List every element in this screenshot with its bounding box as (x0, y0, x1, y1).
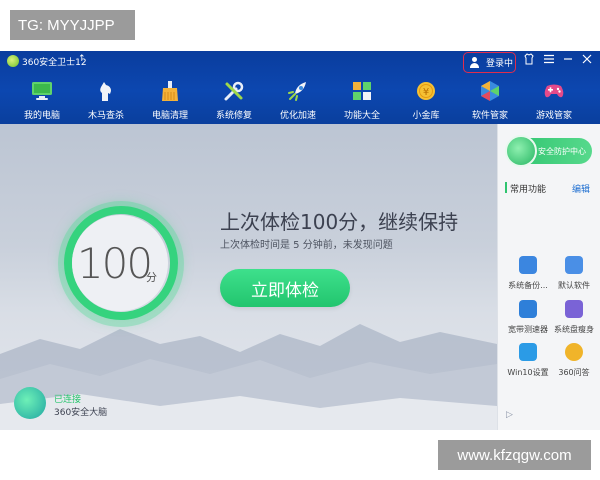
menu-icon[interactable] (542, 53, 556, 68)
nav-label: 木马查杀 (87, 111, 124, 121)
brain-status: 已连接 (54, 395, 82, 405)
software-icon (479, 80, 501, 102)
qa-icon (565, 343, 583, 361)
security-brain-icon[interactable] (14, 387, 46, 419)
expand-sidebar-icon[interactable]: ▷ (506, 410, 513, 420)
disk-slim-icon (565, 300, 583, 318)
section-marker (505, 182, 507, 193)
gamepad-icon (543, 80, 565, 102)
main-nav: 我的电脑 木马查杀 电脑清理 系统修复 优化加速 功能大全 ¥ 小金库 软件管家… (0, 77, 600, 123)
login-label: 登录中 (486, 59, 514, 69)
nav-label: 系统修复 (215, 111, 252, 121)
app-title: 360安全卫士12 (22, 58, 87, 68)
tool-speed-test[interactable]: 宽带测速器 (504, 300, 552, 340)
tool-win10-settings[interactable]: Win10设置 (504, 343, 552, 383)
tool-label: 默认软件 (558, 281, 590, 290)
scan-subline: 上次体检时间是 5 分钟前，未发现问题 (220, 240, 393, 251)
nav-label: 游戏管家 (535, 111, 572, 121)
nav-label: 我的电脑 (23, 111, 60, 121)
grid-icon (351, 80, 373, 102)
rocket-icon (287, 80, 309, 102)
nav-all-features[interactable]: 功能大全 (330, 77, 394, 123)
minimize-icon[interactable] (561, 53, 575, 68)
page: TG: MYYJJPP 360安全卫士12 ↑ 登录中 我的电脑 木马查杀 电脑… (0, 0, 600, 480)
user-icon (469, 57, 480, 68)
main-panel: 100 分 上次体检100分，继续保持 上次体检时间是 5 分钟前，未发现问题 … (0, 124, 497, 430)
tool-default-software[interactable]: 默认软件 (550, 256, 598, 296)
nav-label: 电脑清理 (151, 111, 188, 121)
app-window: 360安全卫士12 ↑ 登录中 我的电脑 木马查杀 电脑清理 系统修复 优化加速… (0, 51, 600, 430)
nav-vault[interactable]: ¥ 小金库 (394, 77, 458, 123)
horse-icon (95, 80, 117, 102)
update-arrow-icon[interactable]: ↑ (78, 54, 86, 64)
titlebar: 360安全卫士12 ↑ 登录中 (0, 51, 600, 73)
nav-system-repair[interactable]: 系统修复 (202, 77, 266, 123)
tool-disk-slim[interactable]: 系统盘瘦身 (550, 300, 598, 340)
tool-360-qa[interactable]: 360问答 (550, 343, 598, 383)
nav-label: 小金库 (412, 111, 440, 121)
start-checkup-button[interactable]: 立即体检 (220, 269, 350, 307)
edit-link[interactable]: 编辑 (572, 182, 590, 195)
tool-label: 宽带测速器 (508, 325, 548, 334)
watermark-bottom-right: www.kfzqgw.com (438, 440, 591, 470)
nav-trojan-scan[interactable]: 木马查杀 (74, 77, 138, 123)
speedtest-icon (519, 300, 537, 318)
scan-headline: 上次体检100分，继续保持 (220, 210, 459, 234)
protection-center-label: 安全防护中心 (538, 147, 586, 156)
nav-cleanup[interactable]: 电脑清理 (138, 77, 202, 123)
shield-icon (505, 135, 537, 167)
nav-label: 软件管家 (471, 111, 508, 121)
app-logo-icon (7, 55, 19, 67)
tool-label: 系统备份... (508, 281, 548, 290)
close-icon[interactable] (580, 53, 594, 68)
svg-text:¥: ¥ (423, 87, 429, 98)
score-unit: 分 (146, 271, 157, 284)
broom-icon (159, 80, 181, 102)
nav-optimize[interactable]: 优化加速 (266, 77, 330, 123)
tool-label: Win10设置 (507, 368, 549, 377)
monitor-icon (31, 80, 53, 102)
nav-software-manager[interactable]: 软件管家 (458, 77, 522, 123)
login-button[interactable]: 登录中 (463, 52, 516, 73)
default-software-icon (565, 256, 583, 274)
score-value: 100 (76, 239, 153, 288)
brain-label[interactable]: 360安全大脑 (54, 405, 107, 418)
backup-icon (519, 256, 537, 274)
nav-my-computer[interactable]: 我的电脑 (10, 77, 74, 123)
protection-center-button[interactable]: 安全防护中心 (505, 135, 592, 167)
skin-icon[interactable] (522, 53, 536, 68)
right-sidebar: 安全防护中心 常用功能 编辑 系统备份... 默认软件 宽带测速器 系统盘瘦身 (497, 124, 600, 430)
windows-icon (519, 343, 537, 361)
watermark-top-left: TG: MYYJJPP (10, 10, 135, 40)
nav-label: 功能大全 (343, 111, 380, 121)
common-tools-title: 常用功能 (510, 185, 547, 195)
tool-label: 系统盘瘦身 (554, 325, 594, 334)
coin-icon: ¥ (415, 80, 437, 102)
nav-game-manager[interactable]: 游戏管家 (522, 77, 586, 123)
tool-label: 360问答 (558, 368, 590, 377)
wrench-icon (223, 80, 245, 102)
tool-system-backup[interactable]: 系统备份... (504, 256, 552, 296)
topbar: 360安全卫士12 ↑ 登录中 我的电脑 木马查杀 电脑清理 系统修复 优化加速… (0, 51, 600, 124)
nav-label: 优化加速 (279, 111, 316, 121)
